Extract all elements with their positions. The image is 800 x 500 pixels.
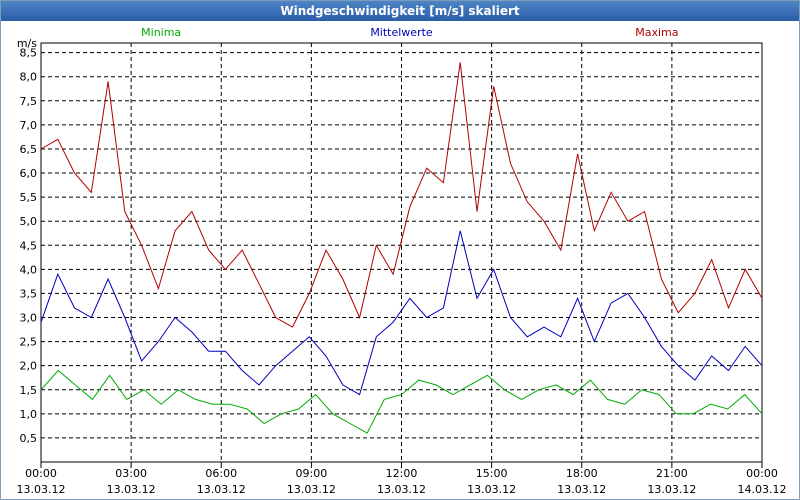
legend-mittelwerte: Mittelwerte xyxy=(370,26,433,39)
x-tick-time: 15:00 xyxy=(476,467,508,480)
chart-window: Windgeschwindigkeit [m/s] skaliert 0,5 1,… xyxy=(0,0,800,500)
y-tick-label: 8,0 xyxy=(20,71,38,84)
x-tick-date: 13.03.12 xyxy=(107,483,156,496)
y-tick-label: 5,5 xyxy=(20,191,38,204)
y-axis-label: m/s xyxy=(17,37,37,50)
x-tick-date: 13.03.12 xyxy=(647,483,696,496)
chart-title: Windgeschwindigkeit [m/s] skaliert xyxy=(1,1,799,21)
y-tick-label: 5,0 xyxy=(20,215,38,228)
y-tick-label: 6,5 xyxy=(20,143,38,156)
x-tick-date: 13.03.12 xyxy=(377,483,426,496)
x-tick-time: 00:00 xyxy=(25,467,57,480)
chart-area: 0,5 1,0 1,5 2,0 2,5 3,0 3,5 4,0 4,5 5,0 5,5 6,0 6,5 7… xyxy=(17,26,787,496)
x-tick-date: 14.03.12 xyxy=(738,483,787,496)
x-tick-time: 18:00 xyxy=(566,467,598,480)
x-tick-time: 06:00 xyxy=(205,467,237,480)
legend-maxima: Maxima xyxy=(635,26,678,39)
x-tick-time: 00:00 xyxy=(746,467,778,480)
legend-minima: Minima xyxy=(141,26,181,39)
y-tick-label: 3,5 xyxy=(20,287,38,300)
y-tick-label: 4,5 xyxy=(20,239,38,252)
x-tick-date: 13.03.12 xyxy=(17,483,66,496)
x-tick-date: 13.03.12 xyxy=(287,483,336,496)
y-tick-label: 4,0 xyxy=(20,263,38,276)
y-tick-label: 2,5 xyxy=(20,336,38,349)
y-tick-label: 7,0 xyxy=(20,119,38,132)
x-tick-time: 21:00 xyxy=(656,467,688,480)
x-tick-time: 03:00 xyxy=(115,467,147,480)
x-tick-date: 13.03.12 xyxy=(467,483,516,496)
x-tick-date: 13.03.12 xyxy=(197,483,246,496)
plot-border xyxy=(40,42,763,463)
y-tick-label: 6,0 xyxy=(20,167,38,180)
x-tick-time: 09:00 xyxy=(296,467,328,480)
x-tick-date: 13.03.12 xyxy=(557,483,606,496)
y-tick-label: 1,5 xyxy=(20,384,38,397)
y-tick-label: 3,0 xyxy=(20,312,38,325)
y-tick-label: 7,5 xyxy=(20,95,38,108)
y-tick-label: 0,5 xyxy=(20,432,38,445)
y-tick-label: 2,0 xyxy=(20,360,38,373)
x-tick-time: 12:00 xyxy=(386,467,418,480)
y-tick-label: 1,0 xyxy=(20,408,38,421)
